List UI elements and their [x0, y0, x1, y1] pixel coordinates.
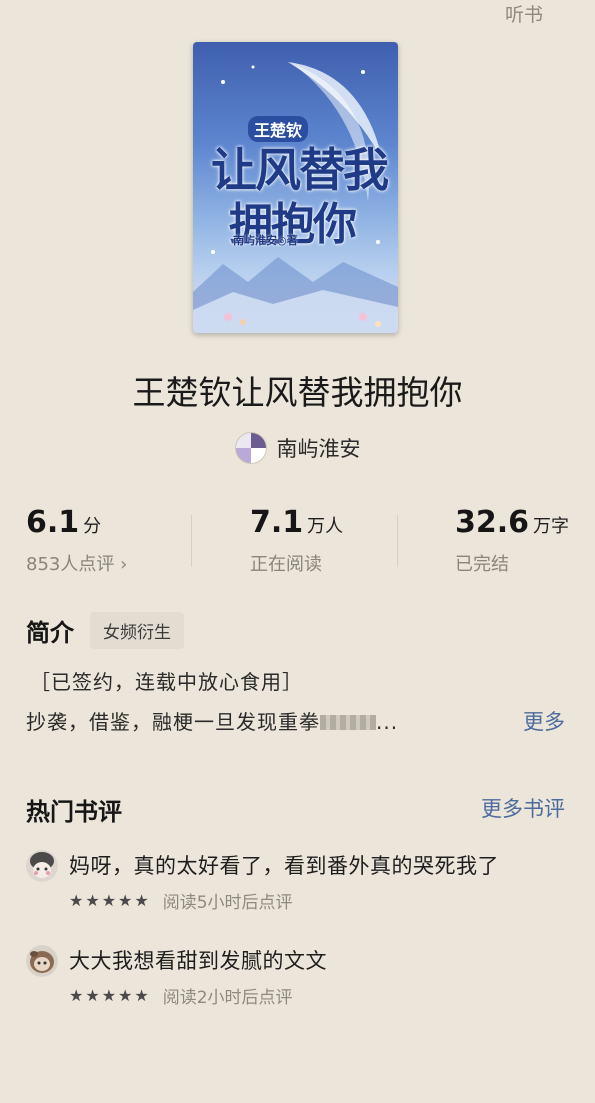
reviews-heading: 热门书评 [26, 798, 122, 826]
divider [397, 515, 398, 567]
review-time: 阅读5小时后点评 [162, 893, 293, 913]
star-icon: ★ [101, 985, 117, 1005]
star-icon: ★ [134, 890, 149, 910]
reviewer-avatar[interactable] [26, 945, 58, 977]
intro-line1: ［已签约，连载中放心食用］ [30, 670, 303, 694]
intro-line2-text: 抄袭，借鉴，融梗一旦发现重拳 [26, 710, 320, 734]
stat-words: 32.6 万字 已完结 [455, 505, 569, 576]
review-text: 妈呀，真的太好看了，看到番外真的哭死我了 [69, 854, 499, 878]
star-icon: ★ [69, 890, 84, 910]
review-text: 大大我想看甜到发腻的文文 [69, 949, 327, 973]
stat-score[interactable]: 6.1 分 853人点评 › [26, 505, 127, 576]
rating-stars: ★ ★ ★ ★ ★ [69, 985, 149, 1005]
book-title: 王楚钦让风替我拥抱你 [132, 373, 463, 412]
readers-value: 7.1 [250, 505, 304, 540]
author-avatar [234, 432, 267, 464]
star-icon: ★ [85, 985, 100, 1005]
rating-stars: ★ ★ ★ ★ ★ [69, 890, 149, 910]
stat-readers: 7.1 万人 正在阅读 [250, 505, 343, 576]
star-icon: ★ [101, 890, 117, 910]
status-label: 已完结 [455, 554, 509, 575]
divider [191, 515, 192, 567]
star-icon: ★ [118, 985, 133, 1005]
intro-line2: 抄袭，借鉴，融梗一旦发现重拳... [26, 706, 398, 735]
author-row[interactable]: 南屿淮安 [0, 432, 595, 464]
words-unit: 万字 [533, 516, 570, 537]
score-value: 6.1 [26, 505, 80, 540]
cover-author-mark: 南屿淮安◎著 [233, 234, 298, 247]
star-icon: ★ [69, 985, 84, 1005]
readers-unit: 万人 [307, 516, 344, 537]
words-value: 32.6 [455, 505, 530, 540]
more-reviews-link[interactable]: 更多书评 [481, 793, 565, 823]
listen-book-link[interactable]: 听书 [505, 0, 543, 27]
review-time: 阅读2小时后点评 [162, 988, 293, 1008]
star-icon: ★ [85, 890, 100, 910]
intro-more-button[interactable]: 更多 [523, 706, 565, 736]
intro-heading: 简介 [26, 619, 74, 647]
review-count-link[interactable]: 853人点评 › [26, 550, 127, 576]
score-unit: 分 [83, 516, 102, 537]
intro-ellipsis: ... [376, 710, 399, 734]
obscured-text [320, 715, 376, 730]
intro-header: 简介 女频衍生 [26, 612, 184, 649]
genre-tag[interactable]: 女频衍生 [90, 612, 184, 649]
author-name[interactable]: 南屿淮安 [277, 433, 361, 463]
book-cover[interactable]: 王楚钦 让风替我 拥抱你 南屿淮安◎著 [193, 42, 398, 333]
readers-label: 正在阅读 [250, 554, 322, 575]
stats-bar: 6.1 分 853人点评 › 7.1 万人 正在阅读 32.6 万字 已完结 [0, 505, 595, 580]
reviewer-avatar[interactable] [26, 850, 58, 882]
star-icon: ★ [118, 890, 133, 910]
star-icon: ★ [134, 985, 149, 1005]
